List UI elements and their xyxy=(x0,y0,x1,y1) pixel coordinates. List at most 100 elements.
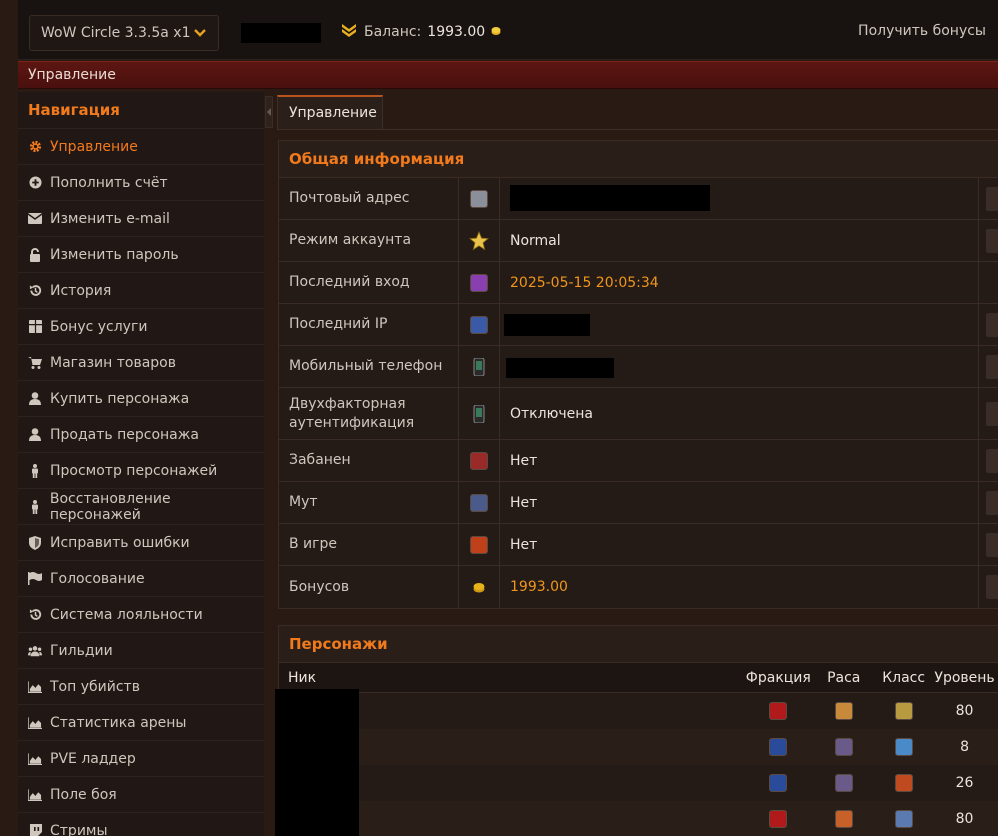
sidebar-item[interactable]: История xyxy=(18,273,264,309)
sidebar-item[interactable]: Система лояльности xyxy=(18,597,264,633)
sidebar-item[interactable]: Пополнить счёт xyxy=(18,165,264,201)
sidebar-item[interactable]: Поле боя xyxy=(18,777,264,813)
sidebar-item-label: Голосование xyxy=(50,570,145,587)
sidebar-item[interactable]: Просмотр персонажей xyxy=(18,453,264,489)
race-icon xyxy=(834,702,853,720)
horde-faction-icon xyxy=(769,702,788,720)
coin-icon xyxy=(459,566,500,608)
info-action[interactable] xyxy=(979,482,998,523)
get-bonus-link[interactable]: Получить бонусы xyxy=(858,23,986,39)
sidebar-item[interactable]: Гильдии xyxy=(18,633,264,669)
info-action[interactable] xyxy=(979,346,998,387)
info-action[interactable] xyxy=(979,220,998,261)
info-action[interactable] xyxy=(979,304,998,345)
sidebar-item[interactable]: Топ убийств xyxy=(18,669,264,705)
redacted-username xyxy=(241,23,321,43)
cart-icon xyxy=(28,356,42,370)
info-row: Бонусов 1993.00 xyxy=(279,566,998,608)
info-row: Последний IP xyxy=(279,304,998,346)
character-row[interactable]: 8 xyxy=(279,729,998,765)
col-class: Класс xyxy=(882,669,926,686)
info-label: Бонусов xyxy=(279,566,459,608)
person-icon xyxy=(28,463,42,478)
info-label: В игре xyxy=(279,524,459,565)
sidebar-item[interactable]: Изменить e-mail xyxy=(18,201,264,237)
info-value-text: 1993.00 xyxy=(510,579,568,595)
sidebar-collapse-button[interactable] xyxy=(265,96,273,128)
info-action[interactable] xyxy=(979,440,998,481)
sidebar-item[interactable]: Стримы xyxy=(18,813,264,836)
sidebar-item[interactable]: PVE ладдер xyxy=(18,741,264,777)
sidebar-item[interactable]: Управление xyxy=(18,129,264,165)
characters-panel: Персонажи Ник Фракция Раса Класс Уровень… xyxy=(278,625,998,836)
area-chart-icon xyxy=(28,716,42,730)
edit-button[interactable] xyxy=(986,448,998,473)
sidebar-item[interactable]: Продать персонажа xyxy=(18,417,264,453)
info-action[interactable] xyxy=(979,566,998,608)
class-icon xyxy=(894,702,913,720)
sidebar-item-label: Бонус услуги xyxy=(50,318,148,335)
race-icon xyxy=(834,810,853,828)
sidebar-item-label: Продать персонажа xyxy=(50,426,199,443)
chevron-left-icon xyxy=(266,108,271,116)
rank-chevrons-icon xyxy=(340,22,358,42)
info-label: Мобильный телефон xyxy=(279,346,459,387)
info-value-text: Нет xyxy=(510,494,538,511)
edit-button[interactable] xyxy=(986,228,998,253)
shield-icon xyxy=(28,535,42,550)
sidebar-item-label: Система лояльности xyxy=(50,606,203,623)
sidebar-item[interactable]: Статистика арены xyxy=(18,705,264,741)
info-row: Двухфакторная аутентификация Отключена xyxy=(279,388,998,440)
flag-icon xyxy=(28,572,42,586)
info-value-text: 2025-05-15 20:05:34 xyxy=(510,274,659,291)
info-action xyxy=(979,262,998,303)
info-value: Отключена xyxy=(500,388,979,439)
info-value: Нет xyxy=(500,440,979,481)
sidebar-item[interactable]: Бонус услуги xyxy=(18,309,264,345)
edit-button[interactable] xyxy=(986,354,998,379)
info-row: Забанен Нет xyxy=(279,440,998,482)
sidebar-item-label: Пополнить счёт xyxy=(50,174,168,191)
general-info-panel: Общая информация Почтовый адрес Режим акк… xyxy=(278,140,998,609)
sidebar-item[interactable]: Магазин товаров xyxy=(18,345,264,381)
edit-button[interactable] xyxy=(986,312,998,337)
network-icon xyxy=(459,304,500,345)
page-section-title: Управление xyxy=(18,61,998,89)
edit-button[interactable] xyxy=(986,490,998,515)
sidebar-item[interactable]: Восстановление персонажей xyxy=(18,489,264,525)
character-row[interactable]: 80 xyxy=(279,801,998,836)
edit-button[interactable] xyxy=(986,532,998,557)
edit-button[interactable] xyxy=(986,401,998,426)
mute-icon xyxy=(459,482,500,523)
info-row: Мобильный телефон xyxy=(279,346,998,388)
alliance-faction-icon xyxy=(769,738,788,756)
edit-button[interactable] xyxy=(986,186,998,211)
sidebar-item[interactable]: Купить персонажа xyxy=(18,381,264,417)
gift-icon xyxy=(28,320,42,334)
redacted-value xyxy=(506,358,614,378)
sidebar-item[interactable]: Изменить пароль xyxy=(18,237,264,273)
info-value-text: Нет xyxy=(510,452,538,469)
envelope-icon xyxy=(28,212,42,226)
info-value: Normal xyxy=(500,220,979,261)
tab-management[interactable]: Управление xyxy=(277,95,383,130)
tab-divider xyxy=(277,129,998,130)
area-chart-icon xyxy=(28,680,42,694)
info-action[interactable] xyxy=(979,524,998,565)
info-action[interactable] xyxy=(979,178,998,219)
edit-button[interactable] xyxy=(986,575,998,599)
phone-icon xyxy=(459,346,500,387)
server-select[interactable]: WoW Circle 3.3.5a x1 xyxy=(29,15,219,51)
info-action[interactable] xyxy=(979,388,998,439)
sidebar-item-label: Изменить пароль xyxy=(50,246,179,263)
area-chart-icon xyxy=(28,752,42,766)
character-row[interactable]: 80 xyxy=(279,693,998,729)
sidebar-item[interactable]: Голосование xyxy=(18,561,264,597)
balance-label: Баланс: xyxy=(364,24,422,40)
character-row[interactable]: 26 xyxy=(279,765,998,801)
info-label: Мут xyxy=(279,482,459,523)
redacted-nicknames xyxy=(275,689,359,836)
sidebar-item-label: Стримы xyxy=(50,822,108,836)
alliance-faction-icon xyxy=(769,774,788,792)
sidebar-item[interactable]: Исправить ошибки xyxy=(18,525,264,561)
